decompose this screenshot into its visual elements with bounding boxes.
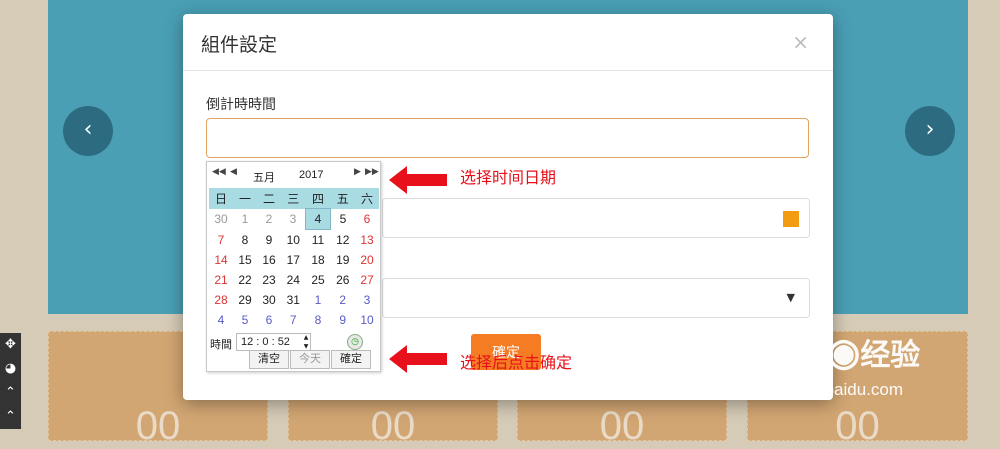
day-cell[interactable]: 30 bbox=[257, 290, 281, 310]
chevron-right-icon: › bbox=[925, 117, 935, 142]
day-cell[interactable]: 6 bbox=[257, 310, 281, 330]
day-cell[interactable]: 12 bbox=[331, 230, 356, 251]
watermark-url: jingyan.baidu.com bbox=[766, 380, 904, 399]
day-cell[interactable]: 2 bbox=[257, 209, 281, 230]
next-year-icon[interactable]: ▶▶ bbox=[365, 167, 379, 177]
time-input[interactable]: 12 : 0 : 52 bbox=[236, 333, 311, 351]
watermark-brand: Bai bbox=[768, 332, 828, 374]
date-picker: ◀◀ ◀ 五月 2017 ▶ ▶▶ 日 一 二 三 四 五 六 30 1 2 3… bbox=[206, 161, 381, 372]
day-cell[interactable]: 1 bbox=[233, 209, 257, 230]
day-cell[interactable]: 23 bbox=[257, 270, 281, 290]
prev-slide-button[interactable]: ‹ bbox=[63, 106, 113, 156]
dialog-header: 組件設定 × bbox=[183, 14, 833, 71]
day-cell[interactable]: 28 bbox=[209, 290, 233, 310]
day-grid: 日 一 二 三 四 五 六 30 1 2 3 4 5 6 7 8 9 10 11… bbox=[209, 188, 379, 330]
watermark-brand-suffix: 经验 bbox=[860, 339, 921, 372]
chevron-up-icon[interactable]: ⌃ bbox=[0, 381, 21, 405]
day-cell[interactable]: 26 bbox=[331, 270, 356, 290]
day-cell[interactable]: 19 bbox=[331, 250, 356, 270]
time-spinner[interactable]: ▲ ▼ bbox=[301, 333, 311, 351]
ok-button[interactable]: 確定 bbox=[331, 350, 371, 369]
annotation-arrow bbox=[389, 345, 447, 373]
month-label[interactable]: 五月 bbox=[253, 169, 275, 185]
day-cell[interactable]: 11 bbox=[306, 230, 331, 251]
day-cell[interactable]: 8 bbox=[306, 310, 331, 330]
day-cell[interactable]: 10 bbox=[281, 230, 306, 251]
day-cell[interactable]: 1 bbox=[306, 290, 331, 310]
year-label[interactable]: 2017 bbox=[299, 169, 323, 181]
day-cell[interactable]: 24 bbox=[281, 270, 306, 290]
weekday-label: 五 bbox=[330, 188, 355, 209]
time-label: 時間 bbox=[210, 339, 232, 351]
close-icon[interactable]: × bbox=[792, 30, 809, 54]
day-cell[interactable]: 31 bbox=[281, 290, 306, 310]
weekday-label: 一 bbox=[233, 188, 257, 209]
countdown-time-label: 倒計時時間 bbox=[206, 96, 276, 112]
day-cell[interactable]: 7 bbox=[209, 230, 233, 251]
chevron-up-icon[interactable]: ⌃ bbox=[0, 405, 21, 429]
selected-day-cell[interactable]: 4 bbox=[305, 208, 331, 230]
next-slide-button[interactable]: › bbox=[905, 106, 955, 156]
caret-down-icon: ▼ bbox=[786, 291, 795, 304]
prev-month-icon[interactable]: ◀ bbox=[230, 167, 237, 177]
clock-icon[interactable]: ◷ bbox=[347, 334, 363, 350]
day-cell[interactable]: 16 bbox=[257, 250, 281, 270]
color-swatch[interactable] bbox=[783, 211, 799, 227]
day-cell[interactable]: 5 bbox=[233, 310, 257, 330]
annotation-top: 选择时间日期 bbox=[460, 170, 557, 187]
day-cell[interactable]: 18 bbox=[306, 250, 331, 270]
day-cell[interactable]: 9 bbox=[257, 230, 281, 251]
today-button[interactable]: 今天 bbox=[290, 350, 330, 369]
day-cell[interactable]: 5 bbox=[331, 209, 356, 230]
day-cell[interactable]: 29 bbox=[233, 290, 257, 310]
move-icon[interactable]: ✥ bbox=[0, 333, 21, 357]
day-cell[interactable]: 22 bbox=[233, 270, 257, 290]
chevron-left-icon: ‹ bbox=[83, 117, 93, 142]
clear-button[interactable]: 清空 bbox=[249, 350, 289, 369]
palette-icon[interactable]: ◕ bbox=[0, 357, 21, 381]
day-cell[interactable]: 27 bbox=[355, 270, 379, 290]
day-cell[interactable]: 21 bbox=[209, 270, 233, 290]
day-cell[interactable]: 9 bbox=[331, 310, 356, 330]
date-picker-header: ◀◀ ◀ 五月 2017 ▶ ▶▶ bbox=[207, 162, 380, 188]
day-cell[interactable]: 7 bbox=[281, 310, 306, 330]
day-cell[interactable]: 6 bbox=[355, 209, 379, 230]
day-cell[interactable]: 2 bbox=[331, 290, 356, 310]
weekday-label: 三 bbox=[281, 188, 306, 209]
annotation-arrow bbox=[389, 166, 447, 194]
weekday-label: 四 bbox=[305, 188, 331, 209]
annotation-bottom: 选择后点击确定 bbox=[460, 355, 573, 372]
day-cell[interactable]: 3 bbox=[355, 290, 379, 310]
weekday-label: 六 bbox=[355, 188, 379, 209]
day-cell[interactable]: 8 bbox=[233, 230, 257, 251]
paw-icon: ◉ bbox=[827, 332, 861, 374]
day-cell[interactable]: 13 bbox=[355, 230, 379, 251]
day-cell[interactable]: 3 bbox=[281, 209, 306, 230]
day-cell[interactable]: 17 bbox=[281, 250, 306, 270]
day-cell[interactable]: 10 bbox=[355, 310, 379, 330]
day-cell[interactable]: 20 bbox=[355, 250, 379, 270]
weekday-label: 二 bbox=[257, 188, 281, 209]
date-picker-actions: 清空 今天 確定 bbox=[249, 350, 372, 369]
baidu-logo: Bai◉经验 bbox=[768, 330, 920, 375]
dialog-title: 組件設定 bbox=[201, 35, 278, 56]
color-field[interactable] bbox=[382, 198, 810, 238]
weekday-label: 日 bbox=[209, 188, 233, 209]
day-cell[interactable]: 15 bbox=[233, 250, 257, 270]
side-toolbar: ✥ ◕ ⌃ ⌃ bbox=[0, 333, 21, 429]
day-cell[interactable]: 4 bbox=[209, 310, 233, 330]
day-cell[interactable]: 25 bbox=[306, 270, 331, 290]
day-cell[interactable]: 14 bbox=[209, 250, 233, 270]
next-month-icon[interactable]: ▶ bbox=[354, 167, 361, 177]
prev-year-icon[interactable]: ◀◀ bbox=[212, 167, 226, 177]
style-select[interactable]: ▼ bbox=[382, 278, 810, 318]
countdown-time-input[interactable] bbox=[206, 118, 809, 158]
day-cell[interactable]: 30 bbox=[209, 209, 233, 230]
